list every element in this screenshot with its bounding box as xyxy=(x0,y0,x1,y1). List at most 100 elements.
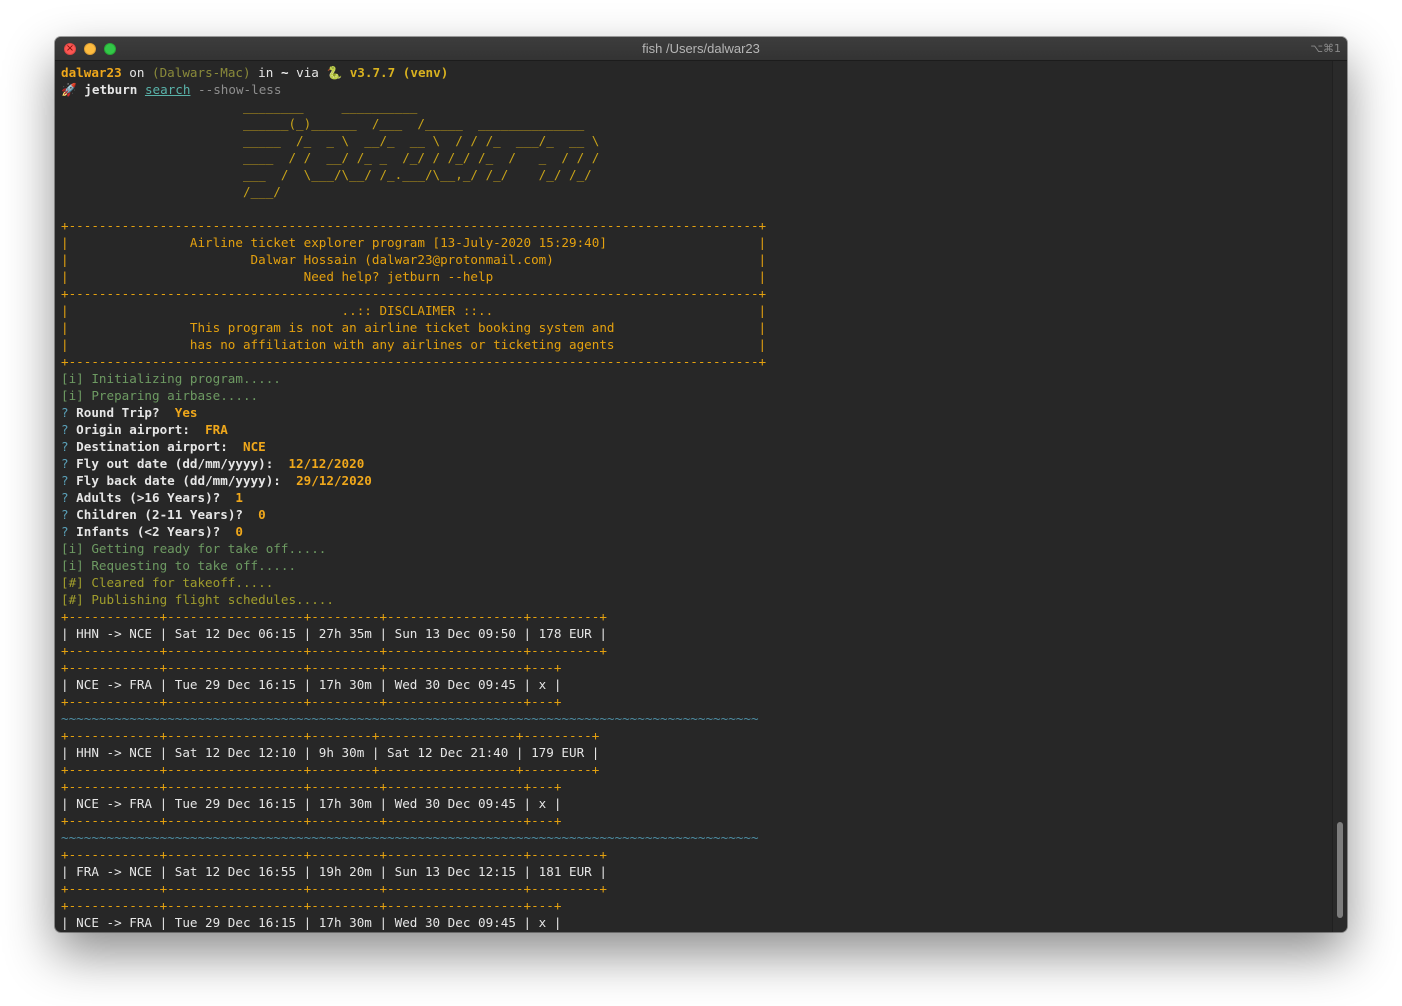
question-fly-out: ? Fly out date (dd/mm/yyyy): 12/12/2020 xyxy=(61,455,1329,472)
prompt-user: dalwar23 xyxy=(61,65,122,80)
question-label: Round Trip? xyxy=(76,405,168,420)
table-row-return: | NCE -> FRA | Tue 29 Dec 16:15 | 17h 30… xyxy=(61,677,562,692)
box-border: +---------------------------------------… xyxy=(61,286,767,301)
table-border: +------------+------------------+-------… xyxy=(61,643,607,658)
python-version: v3.7.7 (venv) xyxy=(342,65,449,80)
window-shortcut: ⌥⌘1 xyxy=(1310,42,1341,55)
author-line: | Dalwar Hossain (dalwar23@protonmail.co… xyxy=(61,252,767,267)
question-origin: ? Origin airport: FRA xyxy=(61,421,1329,438)
scrollbar-thumb[interactable] xyxy=(1337,822,1343,918)
question-answer: 0 xyxy=(227,524,243,539)
title-bar[interactable]: × fish /Users/dalwar23 ⌥⌘1 xyxy=(55,37,1347,61)
question-infants: ? Infants (<2 Years)? 0 xyxy=(61,523,1329,540)
table-border: +------------+------------------+-------… xyxy=(61,660,562,675)
table-border: +------------+------------------+-------… xyxy=(61,898,562,913)
question-destination: ? Destination airport: NCE xyxy=(61,438,1329,455)
window-title: fish /Users/dalwar23 xyxy=(642,41,760,56)
table-border: +------------+------------------+-------… xyxy=(61,609,607,624)
question-mark: ? xyxy=(61,524,77,539)
log-line-publishing: [#] Publishing flight schedules..... xyxy=(61,592,334,607)
log-line: [i] Preparing airbase..... xyxy=(61,388,259,403)
table-border: +------------+------------------+-------… xyxy=(61,779,562,794)
table-border: +------------+------------------+-------… xyxy=(61,813,562,828)
question-answer: Yes xyxy=(167,405,198,420)
flight-results: +------------+------------------+-------… xyxy=(61,608,1329,930)
question-label: Adults (>16 Years)? xyxy=(76,490,228,505)
question-label: Infants (<2 Years)? xyxy=(76,524,228,539)
flight-group: +------------+------------------+-------… xyxy=(61,608,1329,727)
table-row-return: | NCE -> FRA | Tue 29 Dec 16:15 | 17h 30… xyxy=(61,796,562,811)
banner-art-line: ______(_)______ /___ /_____ ____________… xyxy=(61,116,585,131)
prompt-host: (Dalwars-Mac) xyxy=(152,65,251,80)
question-label: Fly back date (dd/mm/yyyy): xyxy=(76,473,289,488)
banner-art: ________ __________ ______(_)______ /___… xyxy=(61,98,1329,200)
question-mark: ? xyxy=(61,507,77,522)
command-name: jetburn xyxy=(84,82,138,97)
header-box: +---------------------------------------… xyxy=(61,217,1329,370)
question-label: Children (2-11 Years)? xyxy=(76,507,251,522)
table-row-outbound: | HHN -> NCE | Sat 12 Dec 06:15 | 27h 35… xyxy=(61,626,607,641)
box-border: +---------------------------------------… xyxy=(61,354,767,369)
question-mark: ? xyxy=(61,473,77,488)
question-label: Origin airport: xyxy=(76,422,198,437)
question-answer: NCE xyxy=(235,439,266,454)
question-round-trip: ? Round Trip? Yes xyxy=(61,404,1329,421)
question-list: ? Round Trip? Yes ? Origin airport: FRA … xyxy=(61,404,1329,540)
question-answer: FRA xyxy=(197,422,228,437)
result-separator: ~~~~~~~~~~~~~~~~~~~~~~~~~~~~~~~~~~~~~~~~… xyxy=(61,830,759,845)
question-mark: ? xyxy=(61,439,77,454)
box-border: +---------------------------------------… xyxy=(61,218,767,233)
terminal-window: × fish /Users/dalwar23 ⌥⌘1 dalwar23 on (… xyxy=(55,37,1347,932)
table-border: +------------+------------------+-------… xyxy=(61,728,600,743)
question-mark: ? xyxy=(61,405,77,420)
disclaimer-line: | has no affiliation with any airlines o… xyxy=(61,337,767,352)
log-line: [i] Requesting to take off..... xyxy=(61,558,297,573)
prompt-on: on xyxy=(121,65,153,80)
result-separator: ~~~~~~~~~~~~~~~~~~~~~~~~~~~~~~~~~~~~~~~~… xyxy=(61,711,759,726)
question-label: Fly out date (dd/mm/yyyy): xyxy=(76,456,281,471)
prompt-in: in xyxy=(250,65,281,80)
question-mark: ? xyxy=(61,490,77,505)
question-mark: ? xyxy=(61,422,77,437)
command-subcommand[interactable]: search xyxy=(145,82,191,97)
banner-art-line: _____ /_ _ \ __/_ __ \ / / /_ ___/_ __ \ xyxy=(61,133,600,148)
program-title: | Airline ticket explorer program [13-Ju… xyxy=(61,235,767,250)
banner-art-line: ____ / / __/ /_ _ /_/ / /_/ /_ / _ / / / xyxy=(61,150,600,165)
table-row-outbound: | HHN -> NCE | Sat 12 Dec 12:10 | 9h 30m… xyxy=(61,745,600,760)
question-children: ? Children (2-11 Years)? 0 xyxy=(61,506,1329,523)
banner-art-line: ___ / \___/\__/ /_.___/\__,_/ /_/ /_/ /_… xyxy=(61,167,592,182)
question-answer: 12/12/2020 xyxy=(280,456,365,471)
question-answer: 0 xyxy=(250,507,266,522)
question-adults: ? Adults (>16 Years)? 1 xyxy=(61,489,1329,506)
python-icon: 🐍 xyxy=(326,65,343,80)
table-border: +------------+------------------+-------… xyxy=(61,762,600,777)
log-line-cleared: [#] Cleared for takeoff..... xyxy=(61,575,274,590)
command-flag: --show-less xyxy=(190,82,282,97)
help-line: | Need help? jetburn --help | xyxy=(61,269,767,284)
table-row-outbound: | FRA -> NCE | Sat 12 Dec 16:55 | 19h 20… xyxy=(61,864,607,879)
flight-group: +------------+------------------+-------… xyxy=(61,846,1329,930)
rocket-icon: 🚀 xyxy=(61,82,77,97)
prompt-line: dalwar23 on (Dalwars-Mac) in ~ via 🐍 v3.… xyxy=(61,64,1329,81)
disclaimer-title: | ..:: DISCLAIMER ::.. | xyxy=(61,303,767,318)
question-fly-back: ? Fly back date (dd/mm/yyyy): 29/12/2020 xyxy=(61,472,1329,489)
question-label: Destination airport: xyxy=(76,439,236,454)
table-border: +------------+------------------+-------… xyxy=(61,847,607,862)
table-row-return: | NCE -> FRA | Tue 29 Dec 16:15 | 17h 30… xyxy=(61,915,562,930)
command-line: 🚀 jetburn search --show-less xyxy=(61,81,1329,98)
log-line: [i] Getting ready for take off..... xyxy=(61,541,327,556)
flight-group: +------------+------------------+-------… xyxy=(61,727,1329,846)
question-mark: ? xyxy=(61,456,77,471)
table-border: +------------+------------------+-------… xyxy=(61,881,607,896)
log-line: [i] Initializing program..... xyxy=(61,371,281,386)
banner-art-line: /___/ xyxy=(61,184,281,199)
prompt-cwd: ~ xyxy=(280,65,289,80)
table-border: +------------+------------------+-------… xyxy=(61,694,562,709)
terminal-output[interactable]: dalwar23 on (Dalwars-Mac) in ~ via 🐍 v3.… xyxy=(61,64,1329,930)
disclaimer-line: | This program is not an airline ticket … xyxy=(61,320,767,335)
scrollbar[interactable] xyxy=(1332,61,1347,932)
question-answer: 1 xyxy=(227,490,243,505)
prompt-via: via xyxy=(288,65,327,80)
banner-art-line: ________ __________ xyxy=(61,99,418,114)
